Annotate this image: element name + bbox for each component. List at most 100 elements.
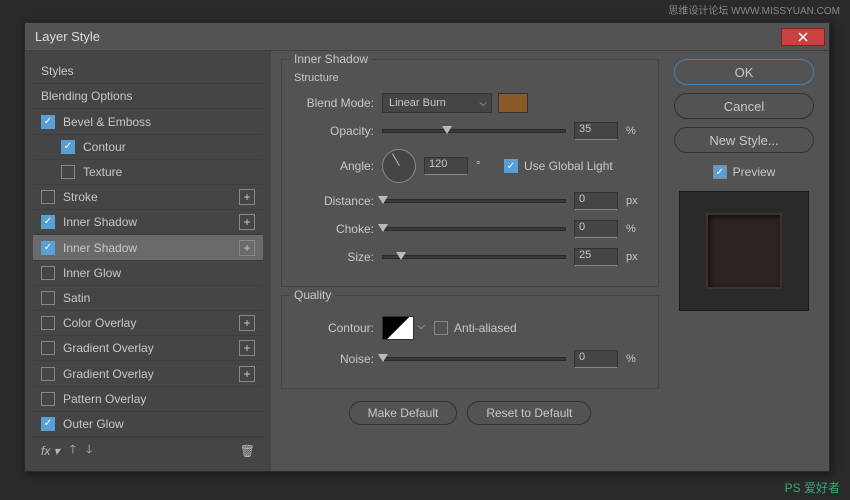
plus-icon[interactable]: + xyxy=(239,340,255,356)
opacity-input[interactable]: 35 xyxy=(574,122,618,140)
noise-label: Noise: xyxy=(294,352,374,366)
unit-label: % xyxy=(626,125,646,137)
plus-icon[interactable]: + xyxy=(239,214,255,230)
preview-inner xyxy=(706,213,782,289)
sidebar-item-inner-glow[interactable]: Inner Glow xyxy=(33,261,263,286)
unit-label: % xyxy=(626,353,646,365)
move-down-icon[interactable]: 🡓 xyxy=(86,440,92,461)
structure-group: Inner Shadow Structure Blend Mode: Linea… xyxy=(281,59,659,287)
antialiased-label: Anti-aliased xyxy=(454,321,517,335)
distance-input[interactable]: 0 xyxy=(574,192,618,210)
sidebar-item-color-overlay[interactable]: Color Overlay + xyxy=(33,311,263,336)
group-title: Inner Shadow xyxy=(290,52,372,66)
checkbox-icon[interactable] xyxy=(61,165,75,179)
sidebar-item-stroke[interactable]: Stroke + xyxy=(33,185,263,210)
checkbox-icon[interactable] xyxy=(41,190,55,204)
distance-label: Distance: xyxy=(294,194,374,208)
angle-dial[interactable] xyxy=(382,149,416,183)
sidebar-item-gradient-overlay-2[interactable]: Gradient Overlay + xyxy=(33,361,263,386)
sidebar-item-bevel-emboss[interactable]: Bevel & Emboss xyxy=(33,109,263,134)
make-default-button[interactable]: Make Default xyxy=(349,401,458,425)
reset-default-button[interactable]: Reset to Default xyxy=(467,401,591,425)
checkbox-icon xyxy=(504,159,518,173)
checkbox-icon[interactable] xyxy=(41,341,55,355)
sidebar-item-styles[interactable]: Styles xyxy=(33,59,263,84)
sidebar-item-gradient-overlay[interactable]: Gradient Overlay+ xyxy=(33,336,263,361)
checkbox-icon[interactable] xyxy=(41,291,55,305)
sidebar-item-outer-glow[interactable]: Outer Glow xyxy=(33,412,263,437)
sidebar-item-label: Inner Shadow xyxy=(63,215,137,229)
color-swatch[interactable] xyxy=(498,93,528,113)
unit-label: % xyxy=(626,223,646,235)
right-panel: OK Cancel New Style... ✓Preview xyxy=(669,59,819,463)
sidebar-item-blending-options[interactable]: Blending Options xyxy=(33,84,263,109)
preview-checkbox[interactable]: ✓Preview xyxy=(713,165,776,179)
sidebar-item-label: Satin xyxy=(63,291,90,305)
size-slider[interactable] xyxy=(382,255,566,259)
checkbox-icon[interactable] xyxy=(41,241,55,255)
fx-menu-icon[interactable]: fx ▾ xyxy=(41,444,60,458)
group-title: Quality xyxy=(290,288,335,302)
plus-icon[interactable]: + xyxy=(239,315,255,331)
styles-sidebar: Styles Blending Options Bevel & Emboss C… xyxy=(25,51,271,471)
preview-label: Preview xyxy=(733,165,776,179)
checkbox-icon xyxy=(434,321,448,335)
checkbox-icon[interactable] xyxy=(41,266,55,280)
size-input[interactable]: 25 xyxy=(574,248,618,266)
plus-icon[interactable]: + xyxy=(239,189,255,205)
noise-input[interactable]: 0 xyxy=(574,350,618,368)
angle-label: Angle: xyxy=(294,159,374,173)
sidebar-item-label: Color Overlay xyxy=(63,316,136,330)
checkbox-icon[interactable] xyxy=(41,417,55,431)
choke-input[interactable]: 0 xyxy=(574,220,618,238)
sidebar-item-contour[interactable]: Contour xyxy=(33,135,263,160)
group-subtitle: Structure xyxy=(294,72,646,84)
titlebar: Layer Style xyxy=(25,23,829,51)
checkbox-icon[interactable] xyxy=(61,140,75,154)
sidebar-item-label: Outer Glow xyxy=(63,417,124,431)
checkbox-icon[interactable] xyxy=(41,115,55,129)
unit-label: px xyxy=(626,251,646,263)
antialiased-checkbox[interactable]: Anti-aliased xyxy=(434,321,517,335)
plus-icon[interactable]: + xyxy=(239,366,255,382)
move-up-icon[interactable]: 🡑 xyxy=(70,440,76,461)
watermark-bottom: PS 爱好者 xyxy=(785,479,840,496)
distance-slider[interactable] xyxy=(382,199,566,203)
noise-slider[interactable] xyxy=(382,357,566,361)
cancel-button[interactable]: Cancel xyxy=(674,93,814,119)
sidebar-item-texture[interactable]: Texture xyxy=(33,160,263,185)
sidebar-item-satin[interactable]: Satin xyxy=(33,286,263,311)
sidebar-item-label: Inner Shadow xyxy=(63,241,137,255)
sidebar-item-label: Gradient Overlay xyxy=(63,367,154,381)
global-light-label: Use Global Light xyxy=(524,159,613,173)
layer-style-dialog: Layer Style Styles Blending Options Beve… xyxy=(24,22,830,472)
choke-label: Choke: xyxy=(294,222,374,236)
sidebar-item-label: Contour xyxy=(83,140,126,154)
sidebar-item-pattern-overlay[interactable]: Pattern Overlay xyxy=(33,387,263,412)
opacity-label: Opacity: xyxy=(294,124,374,138)
opacity-slider[interactable] xyxy=(382,129,566,133)
choke-slider[interactable] xyxy=(382,227,566,231)
quality-group: Quality Contour: Anti-aliased Noise: 0 % xyxy=(281,295,659,389)
sidebar-item-label: Stroke xyxy=(63,190,98,204)
checkbox-icon[interactable] xyxy=(41,392,55,406)
close-button[interactable] xyxy=(781,28,825,46)
ok-button[interactable]: OK xyxy=(674,59,814,85)
checkbox-icon[interactable] xyxy=(41,316,55,330)
sidebar-footer: fx ▾ 🡑 🡓 🗑 xyxy=(33,437,263,463)
trash-icon[interactable]: 🗑 xyxy=(240,444,255,458)
checkbox-icon[interactable] xyxy=(41,215,55,229)
checkbox-icon[interactable] xyxy=(41,367,55,381)
sidebar-item-inner-shadow[interactable]: Inner Shadow + xyxy=(33,210,263,235)
blend-mode-select[interactable]: Linear Burn xyxy=(382,93,492,113)
contour-picker[interactable] xyxy=(382,316,414,340)
angle-input[interactable]: 120 xyxy=(424,157,468,175)
plus-icon[interactable]: + xyxy=(239,240,255,256)
new-style-button[interactable]: New Style... xyxy=(674,127,814,153)
sidebar-item-inner-shadow-2[interactable]: Inner Shadow + xyxy=(33,235,263,260)
watermark-top: 思维设计论坛 WWW.MISSYUAN.COM xyxy=(668,2,840,17)
close-icon xyxy=(798,32,808,42)
unit-label: ° xyxy=(476,160,496,172)
global-light-checkbox[interactable]: Use Global Light xyxy=(504,159,613,173)
dialog-title: Layer Style xyxy=(35,29,781,44)
